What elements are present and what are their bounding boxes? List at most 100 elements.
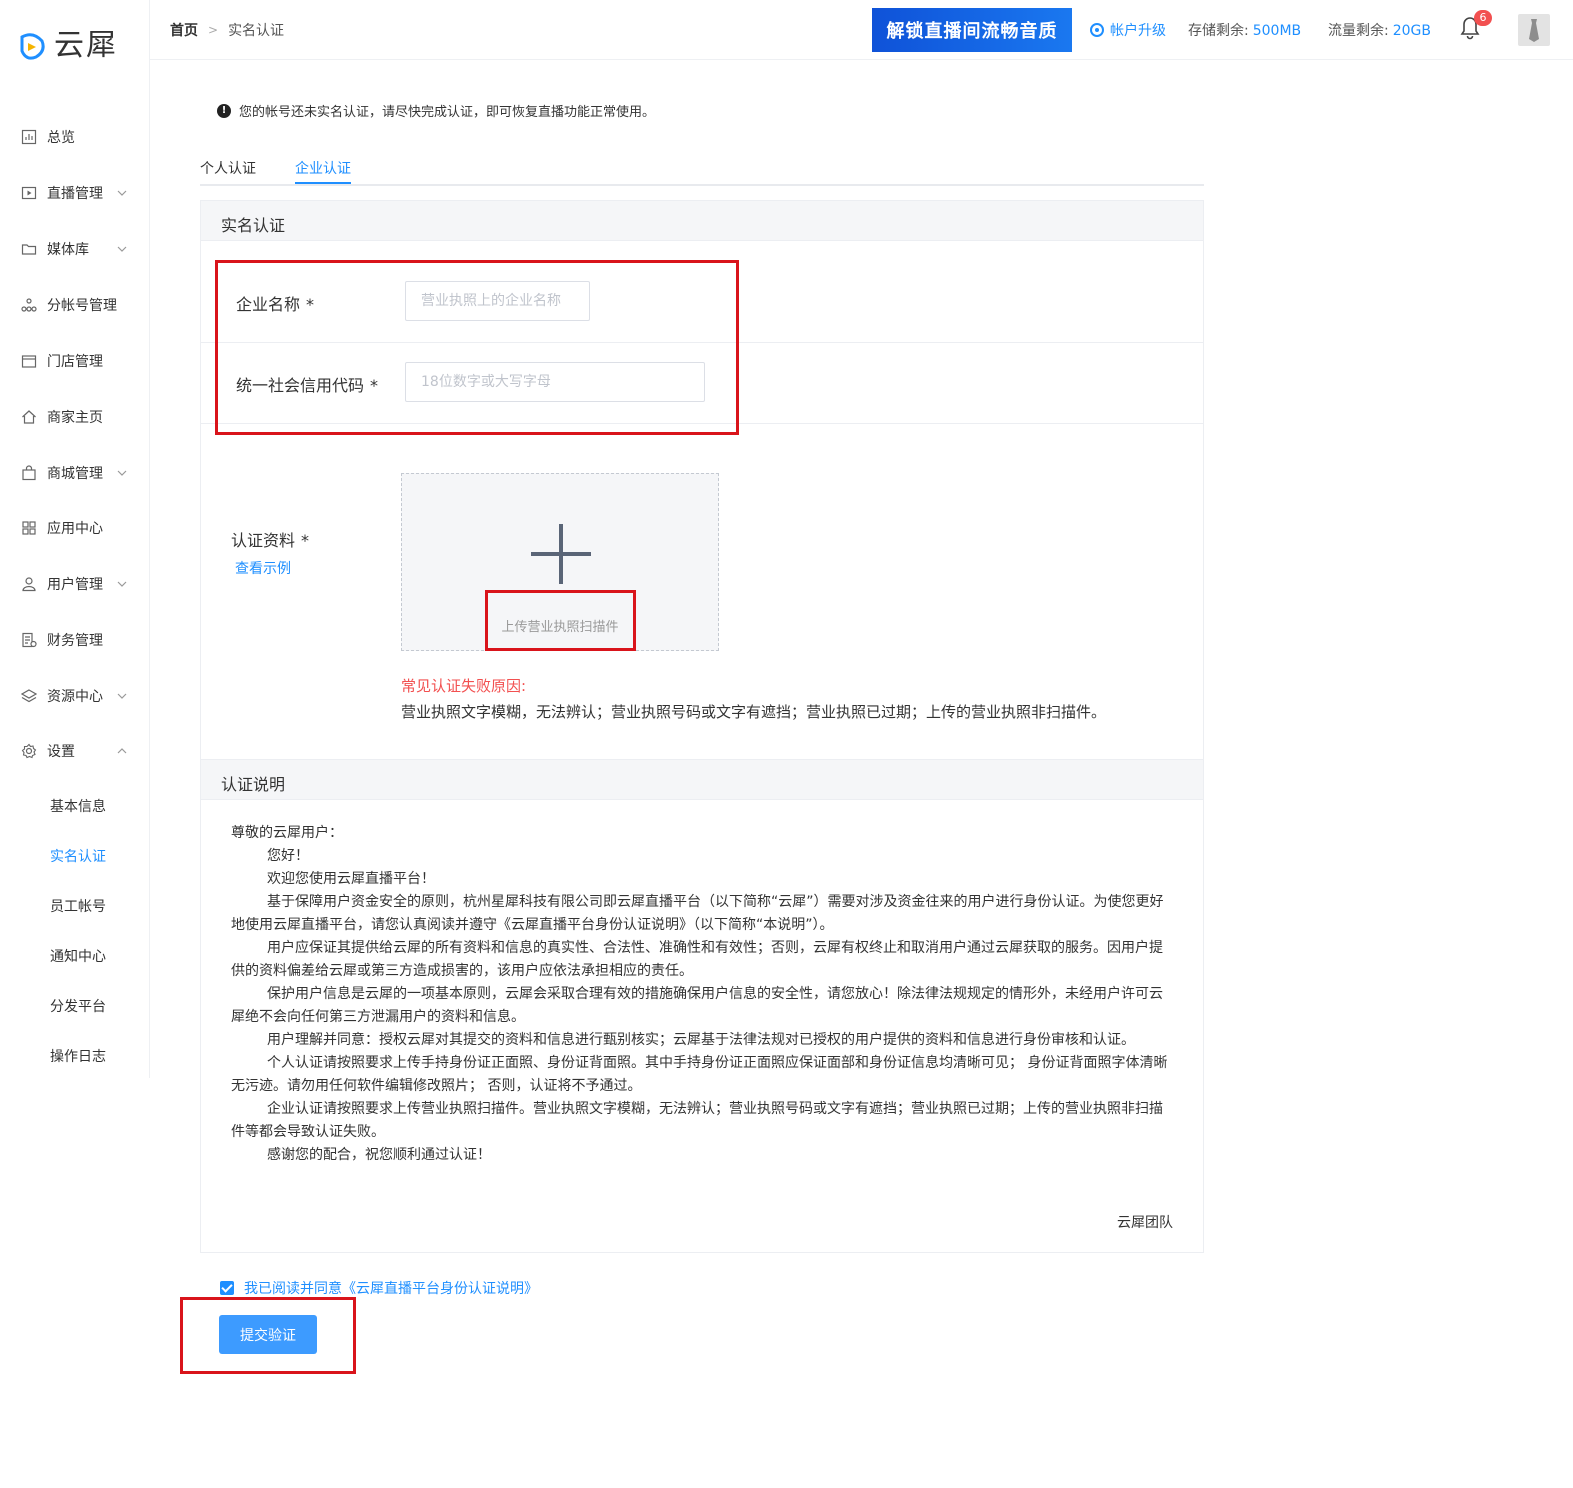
traffic-label: 流量剩余: <box>1328 23 1389 39</box>
store-icon <box>21 355 37 368</box>
sidebar-item-label: 设置 <box>47 744 75 760</box>
annotation-box-submit <box>180 1297 356 1374</box>
explanation-text: 尊敬的云犀用户： 您好！ 欢迎您使用云犀直播平台！ 基于保障用户资金安全的原则，… <box>231 822 1176 1167</box>
paragraph: 用户理解并同意：授权云犀对其提交的资料和信息进行甄别核实；云犀基于法律法规对已授… <box>267 1032 1135 1048</box>
sidebar-item-label: 商家主页 <box>47 410 103 426</box>
tab-active-indicator <box>295 182 351 184</box>
sidebar-item-label: 资源中心 <box>47 689 103 705</box>
annotation-box-form-fields <box>215 260 739 435</box>
sidebar-item-label: 媒体库 <box>47 242 89 258</box>
exclamation-icon: ! <box>217 103 231 118</box>
sidebar-item-finance[interactable]: 财务管理 <box>0 625 150 655</box>
tab-enterprise[interactable]: 企业认证 <box>295 158 351 178</box>
traffic-remaining: 流量剩余: 20GB <box>1328 20 1431 40</box>
sidebar-item-settings[interactable]: 设置 <box>0 736 150 766</box>
chevron-up-icon <box>117 748 127 754</box>
top-header: 首页 > 实名认证 解锁直播间流畅音质 帐户升级 存储剩余: 500MB 流量剩余… <box>150 0 1573 60</box>
promo-banner[interactable]: 解锁直播间流畅音质 <box>872 8 1072 52</box>
chart-icon <box>21 129 37 145</box>
org-icon <box>21 298 37 312</box>
view-example-link[interactable]: 查看示例 <box>235 558 291 578</box>
plus-icon-bar <box>531 552 591 556</box>
form-section-title: 实名认证 <box>221 216 286 235</box>
material-label: 认证资料 * <box>231 531 310 550</box>
play-icon <box>21 186 37 200</box>
sidebar-sub-notifications[interactable]: 通知中心 <box>50 946 106 966</box>
sidebar: 云犀 总览 直播管理 媒体库 分帐号管理 门店管理 商家主页 商城管理 应用中心… <box>0 0 150 1078</box>
logo-text: 云犀 <box>54 28 118 63</box>
sidebar-item-apps[interactable]: 应用中心 <box>0 513 150 543</box>
sidebar-sub-staff-accounts[interactable]: 员工帐号 <box>50 896 106 916</box>
auth-notice: ! 您的帐号还未实名认证，请尽快完成认证，即可恢复直播功能正常使用。 <box>217 101 655 120</box>
agreement-label[interactable]: 我已阅读并同意《云犀直播平台身份认证说明》 <box>244 1278 538 1298</box>
chevron-down-icon <box>117 581 127 587</box>
folder-icon <box>21 244 37 255</box>
thanks-line: 感谢您的配合，祝您顺利通过认证！ <box>267 1147 491 1163</box>
user-icon <box>22 577 36 592</box>
sidebar-item-resources[interactable]: 资源中心 <box>0 681 150 711</box>
sidebar-item-label: 门店管理 <box>47 354 103 370</box>
sidebar-item-live[interactable]: 直播管理 <box>0 178 150 208</box>
sidebar-item-mall[interactable]: 商城管理 <box>0 458 150 488</box>
notice-text: 您的帐号还未实名认证，请尽快完成认证，即可恢复直播功能正常使用。 <box>239 105 656 120</box>
chevron-down-icon <box>117 693 127 699</box>
logo[interactable]: 云犀 <box>18 26 118 66</box>
avatar[interactable] <box>1518 14 1550 46</box>
sidebar-item-merchant-home[interactable]: 商家主页 <box>0 402 150 432</box>
explanation-panel: 认证说明 尊敬的云犀用户： 您好！ 欢迎您使用云犀直播平台！ 基于保障用户资金安… <box>200 759 1204 1253</box>
sidebar-sub-operation-log[interactable]: 操作日志 <box>50 1046 106 1066</box>
chevron-down-icon <box>117 190 127 196</box>
storage-value: 500MB <box>1252 23 1302 39</box>
layers-icon <box>21 689 37 703</box>
hello-line: 您好！ <box>267 848 309 864</box>
fail-reasons-title: 常见认证失败原因: <box>401 677 527 695</box>
signature: 云犀团队 <box>1117 1215 1173 1231</box>
traffic-value: 20GB <box>1392 23 1431 39</box>
required-mark: * <box>301 531 310 550</box>
storage-remaining: 存储剩余: 500MB <box>1188 20 1301 40</box>
upgrade-icon <box>1090 23 1104 37</box>
agreement-checkbox[interactable]: 我已阅读并同意《云犀直播平台身份认证说明》 <box>220 1278 538 1298</box>
sidebar-sub-real-name[interactable]: 实名认证 <box>50 846 106 866</box>
explanation-title: 认证说明 <box>221 775 286 794</box>
breadcrumb-current: 实名认证 <box>228 23 285 39</box>
paragraph: 基于保障用户资金安全的原则，杭州星犀科技有限公司即云犀直播平台（以下简称“云犀”… <box>231 894 1164 933</box>
sidebar-item-label: 用户管理 <box>47 577 103 593</box>
account-upgrade-link[interactable]: 帐户升级 <box>1090 20 1166 40</box>
breadcrumb-home[interactable]: 首页 <box>170 20 198 40</box>
sidebar-item-overview[interactable]: 总览 <box>0 122 150 152</box>
home-icon <box>22 410 36 424</box>
sidebar-item-label: 财务管理 <box>47 633 103 649</box>
user-avatar-icon <box>1529 19 1539 42</box>
tab-personal[interactable]: 个人认证 <box>200 158 256 178</box>
sidebar-item-label: 总览 <box>47 130 75 146</box>
sidebar-item-subaccount[interactable]: 分帐号管理 <box>0 290 150 320</box>
chevron-down-icon <box>117 470 127 476</box>
sidebar-sub-basic-info[interactable]: 基本信息 <box>50 796 106 816</box>
storage-label: 存储剩余: <box>1188 23 1249 39</box>
auth-tabs: 个人认证 企业认证 <box>200 156 1204 186</box>
greeting: 尊敬的云犀用户： <box>231 825 343 841</box>
sidebar-sub-distribution[interactable]: 分发平台 <box>50 996 106 1016</box>
notification-badge: 6 <box>1474 10 1492 26</box>
paragraph: 保护用户信息是云犀的一项基本原则，云犀会采取合理有效的措施确保用户信息的安全性，… <box>231 986 1163 1025</box>
logo-mark-icon <box>20 33 45 60</box>
paragraph: 企业认证请按照要求上传营业执照扫描件。营业执照文字模糊，无法辨认；营业执照号码或… <box>231 1101 1163 1140</box>
breadcrumb: 首页 > 实名认证 <box>170 20 284 40</box>
paragraph: 用户应保证其提供给云犀的所有资料和信息的真实性、合法性、准确性和有效性；否则，云… <box>231 940 1163 979</box>
chevron-right-icon: > <box>208 23 219 37</box>
bag-icon <box>22 465 36 481</box>
sidebar-item-store[interactable]: 门店管理 <box>0 346 150 376</box>
welcome-line: 欢迎您使用云犀直播平台！ <box>267 871 435 887</box>
sidebar-item-label: 直播管理 <box>47 186 103 202</box>
explanation-header: 认证说明 <box>201 760 1203 800</box>
sidebar-item-media[interactable]: 媒体库 <box>0 234 150 264</box>
upgrade-label: 帐户升级 <box>1110 23 1166 39</box>
sidebar-item-users[interactable]: 用户管理 <box>0 569 150 599</box>
checkbox-checked-icon[interactable] <box>220 1281 234 1295</box>
grid-icon <box>22 521 36 535</box>
sidebar-item-label: 应用中心 <box>47 521 103 537</box>
gear-icon <box>21 743 37 759</box>
fail-reasons-text: 营业执照文字模糊，无法辨认；营业执照号码或文字有遮挡；营业执照已过期；上传的营业… <box>401 703 1107 721</box>
paragraph: 个人认证请按照要求上传手持身份证正面照、身份证背面照。其中手持身份证正面照应保证… <box>231 1055 1168 1094</box>
